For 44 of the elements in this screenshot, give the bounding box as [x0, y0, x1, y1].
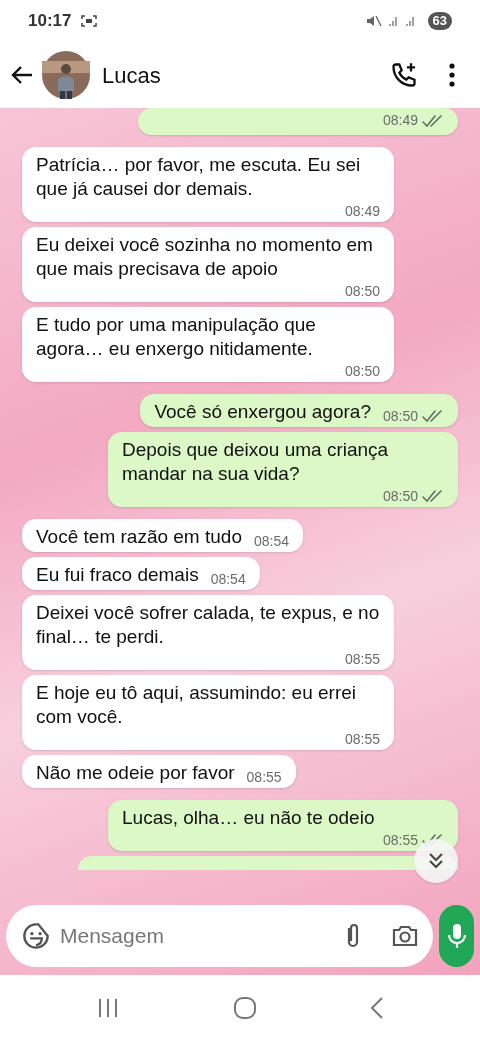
- message-time: 08:54: [210, 569, 246, 589]
- phone-plus-icon: [390, 61, 418, 89]
- back-arrow-icon: [11, 65, 33, 85]
- double-check-icon: [422, 113, 444, 128]
- contact-name[interactable]: Lucas: [102, 58, 376, 92]
- microphone-icon: [446, 923, 467, 949]
- double-check-icon: [422, 409, 444, 423]
- message-text: Patrícia… por favor, me escuta. Eu sei que já causei dor demais.: [36, 153, 362, 201]
- message-input[interactable]: Mensagem: [6, 905, 433, 967]
- message-time: 08:55: [246, 767, 282, 787]
- message-time: 08:50: [344, 281, 380, 301]
- message-time: 08:55: [344, 729, 380, 749]
- message-input-field[interactable]: Mensagem: [60, 920, 331, 952]
- message-text: Depois que deixou uma criança mandar na sua vida?: [122, 438, 390, 486]
- message-time: 08:54: [253, 531, 289, 551]
- message-time: 08:55: [344, 649, 380, 669]
- message-text: Não me odeie por favor: [36, 761, 235, 785]
- message-text: Você só enxergou agora?: [154, 400, 371, 424]
- message-text: E tudo por uma manipulação que agora… eu enxergo nitidamente.: [36, 313, 317, 361]
- message-time: 08:49: [382, 111, 418, 130]
- message-time: 08:49: [344, 201, 380, 221]
- more-icon: [449, 63, 455, 87]
- message-time: 08:50: [344, 361, 380, 381]
- back-icon[interactable]: [369, 995, 384, 1020]
- avatar[interactable]: [42, 51, 90, 99]
- double-chevron-icon: [427, 852, 445, 870]
- message-text: Deixei você sofrer calada, te expus, e no final… te perdi.: [36, 601, 380, 649]
- status-time: 10:17: [28, 10, 72, 33]
- home-icon[interactable]: [233, 995, 257, 1020]
- message-time: 08:50: [382, 486, 418, 506]
- battery-level: 63: [427, 12, 452, 30]
- message-text: Você tem razão em tudo: [36, 525, 242, 549]
- sticker-icon[interactable]: [22, 922, 50, 950]
- message-text: Lucas, olha… eu não te odeio: [122, 806, 375, 830]
- camera-icon[interactable]: [391, 923, 419, 949]
- message-text: Eu fui fraco demais: [36, 563, 199, 587]
- message-time: 08:55: [382, 830, 418, 850]
- double-check-icon: [422, 489, 444, 503]
- message-time: 08:50: [382, 406, 418, 426]
- screen-record-icon: [81, 14, 98, 28]
- message-text: Eu deixei você sozinha no momento em que mais precisava de apoio: [36, 233, 374, 281]
- mute-icon: [365, 14, 382, 28]
- microphone-button[interactable]: [439, 905, 474, 967]
- message-text: E hoje eu tô aqui, assumindo: eu errei com você.: [36, 681, 358, 729]
